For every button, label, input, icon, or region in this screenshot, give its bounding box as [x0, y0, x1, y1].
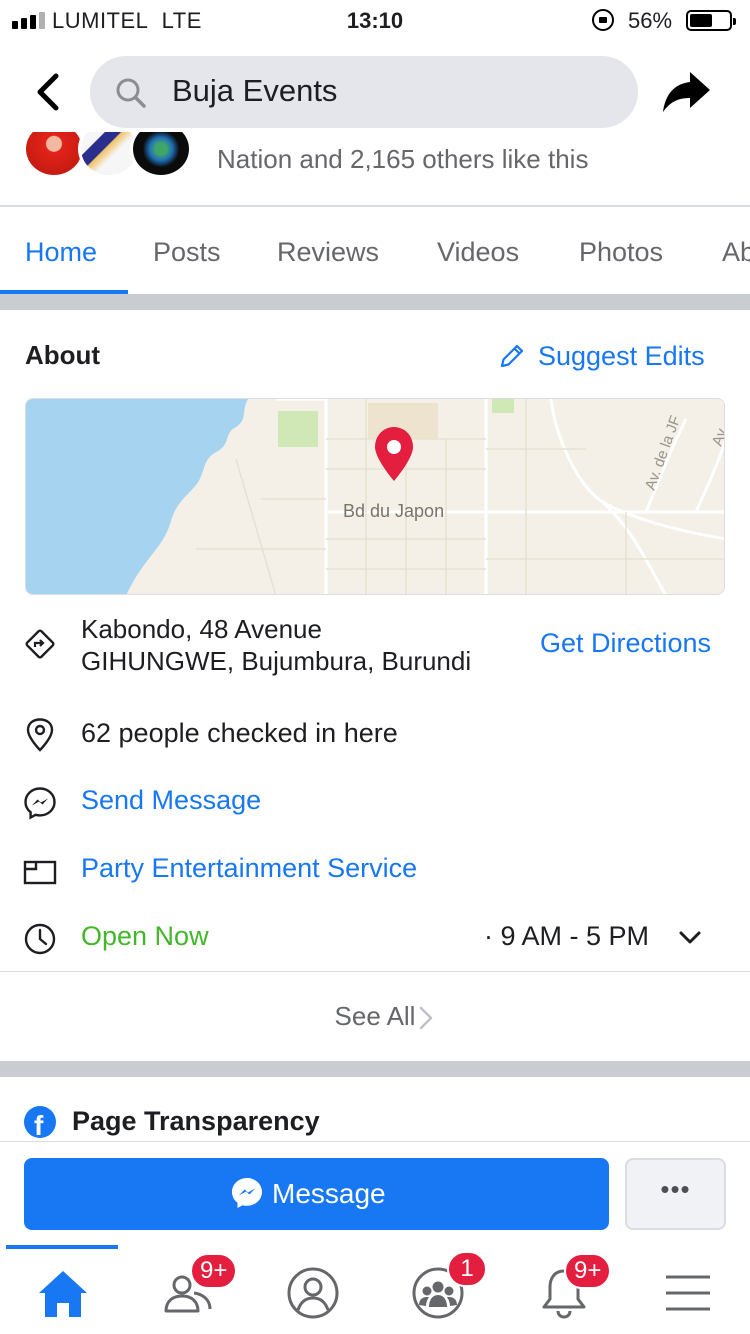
back-chevron-icon[interactable] — [30, 70, 70, 114]
search-query: Buja Events — [172, 73, 338, 108]
page-tabs: Home Posts Reviews Videos Photos Ab — [0, 207, 750, 294]
send-message-link[interactable]: Send Message — [81, 785, 261, 816]
tab-about[interactable]: Ab — [722, 237, 750, 268]
page-transparency-heading[interactable]: Page Transparency — [72, 1106, 320, 1137]
battery-icon — [686, 10, 736, 31]
battery-percent: 56% — [628, 8, 673, 33]
chevron-down-icon[interactable] — [678, 930, 702, 946]
message-button-label: Message — [272, 1178, 386, 1209]
opening-hours[interactable]: · 9 AM - 5 PM — [484, 921, 649, 952]
pencil-icon — [500, 344, 524, 368]
messenger-icon — [232, 1178, 262, 1208]
tab-reviews[interactable]: Reviews — [277, 237, 379, 268]
notifications-badge: 9+ — [564, 1253, 612, 1289]
suggest-edits-label: Suggest Edits — [538, 340, 705, 371]
category-icon — [23, 860, 57, 885]
message-button[interactable]: Message — [24, 1158, 609, 1230]
active-nav-indicator — [6, 1245, 118, 1249]
map-street-label: Bd du Japon — [343, 501, 444, 521]
search-bar[interactable]: Buja Events — [90, 56, 638, 128]
likes-summary: Nation and 2,165 others like this — [217, 144, 589, 174]
profile-icon[interactable] — [283, 1263, 343, 1323]
directions-icon — [25, 629, 55, 659]
address-line-1: Kabondo, 48 Avenue — [81, 614, 322, 644]
search-icon — [116, 78, 146, 108]
about-heading: About — [25, 340, 101, 370]
see-all-link[interactable]: See All — [0, 1001, 750, 1032]
location-pin-icon — [26, 718, 54, 752]
facebook-icon: f — [24, 1106, 56, 1138]
friend-avatar — [23, 132, 85, 178]
divider — [0, 971, 750, 972]
get-directions-link[interactable]: Get Directions — [540, 628, 711, 659]
friend-avatar — [130, 132, 192, 178]
address: Kabondo, 48 Avenue GIHUNGWE, Bujumbura, … — [81, 613, 471, 677]
status-bar: LUMITEL LTE 13:10 56% — [0, 0, 750, 40]
category-link[interactable]: Party Entertainment Service — [81, 853, 417, 884]
suggest-edits-button[interactable]: Suggest Edits — [498, 338, 705, 374]
open-now-status: Open Now — [81, 921, 209, 951]
groups-badge: 1 — [447, 1251, 487, 1287]
more-options-button[interactable]: ••• — [625, 1158, 726, 1230]
home-icon[interactable] — [33, 1265, 93, 1325]
rotation-lock-icon — [592, 9, 614, 31]
section-gap — [0, 294, 750, 310]
action-bar: Message ••• — [0, 1141, 750, 1245]
clock-icon — [24, 923, 56, 955]
address-line-2: GIHUNGWE, Bujumbura, Burundi — [81, 646, 472, 676]
section-gap — [0, 1061, 750, 1077]
tab-posts[interactable]: Posts — [153, 237, 221, 268]
bottom-nav: 9+ 1 9+ — [0, 1245, 750, 1334]
more-dots-icon: ••• — [660, 1174, 691, 1204]
tab-videos[interactable]: Videos — [437, 237, 519, 268]
menu-hamburger-icon[interactable] — [658, 1263, 718, 1323]
share-arrow-icon[interactable] — [660, 68, 712, 116]
likes-row[interactable]: Nation and 2,165 others like this — [0, 132, 750, 206]
check-in-count: 62 people checked in here — [81, 718, 398, 748]
tab-photos[interactable]: Photos — [579, 237, 663, 268]
friends-badge: 9+ — [190, 1253, 238, 1289]
tab-home[interactable]: Home — [25, 237, 97, 268]
messenger-icon — [24, 787, 56, 820]
map-canvas: Bd du Japon Av. de la JF Av — [26, 399, 724, 594]
location-map[interactable]: Bd du Japon Av. de la JF Av — [25, 398, 725, 595]
chevron-right-icon — [419, 1006, 433, 1030]
